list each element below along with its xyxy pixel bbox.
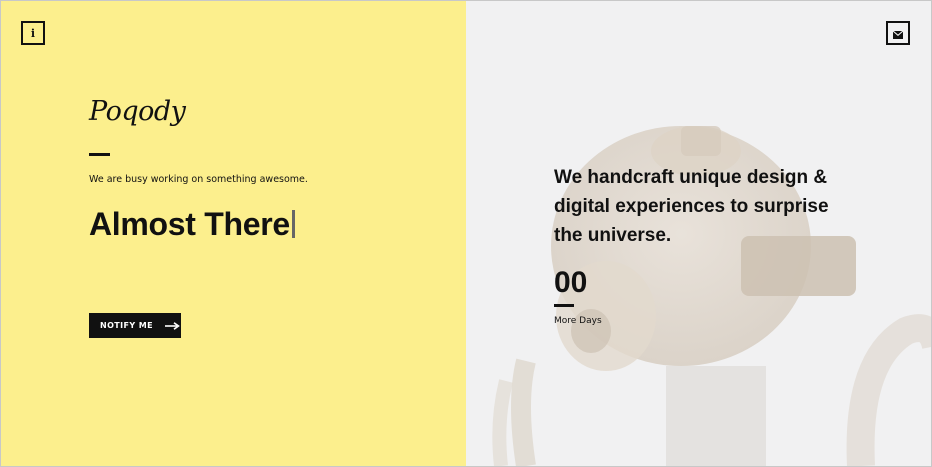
envelope-icon — [892, 24, 904, 43]
brand-logo: Poqody — [89, 96, 186, 127]
notify-me-label: NOTIFY ME — [100, 321, 153, 330]
left-panel: i Poqody We are busy working on somethin… — [1, 1, 466, 466]
page-title: Almost There — [89, 206, 295, 243]
info-icon: i — [30, 26, 36, 40]
mail-button[interactable] — [886, 21, 910, 45]
countdown-divider — [554, 304, 574, 307]
divider — [89, 153, 110, 156]
tagline: We are busy working on something awesome… — [89, 174, 308, 185]
typing-caret — [291, 210, 295, 238]
notify-me-button[interactable]: NOTIFY ME — [89, 313, 181, 338]
headline-text: Almost There — [89, 206, 290, 242]
right-panel: We handcraft unique design & digital exp… — [466, 1, 931, 466]
countdown-label: More Days — [554, 316, 602, 326]
page-frame: i Poqody We are busy working on somethin… — [0, 0, 932, 467]
countdown-value: 00 — [554, 266, 588, 299]
hero-claim: We handcraft unique design & digital exp… — [554, 167, 829, 246]
info-button[interactable]: i — [21, 21, 45, 45]
arrow-right-icon — [165, 321, 180, 330]
